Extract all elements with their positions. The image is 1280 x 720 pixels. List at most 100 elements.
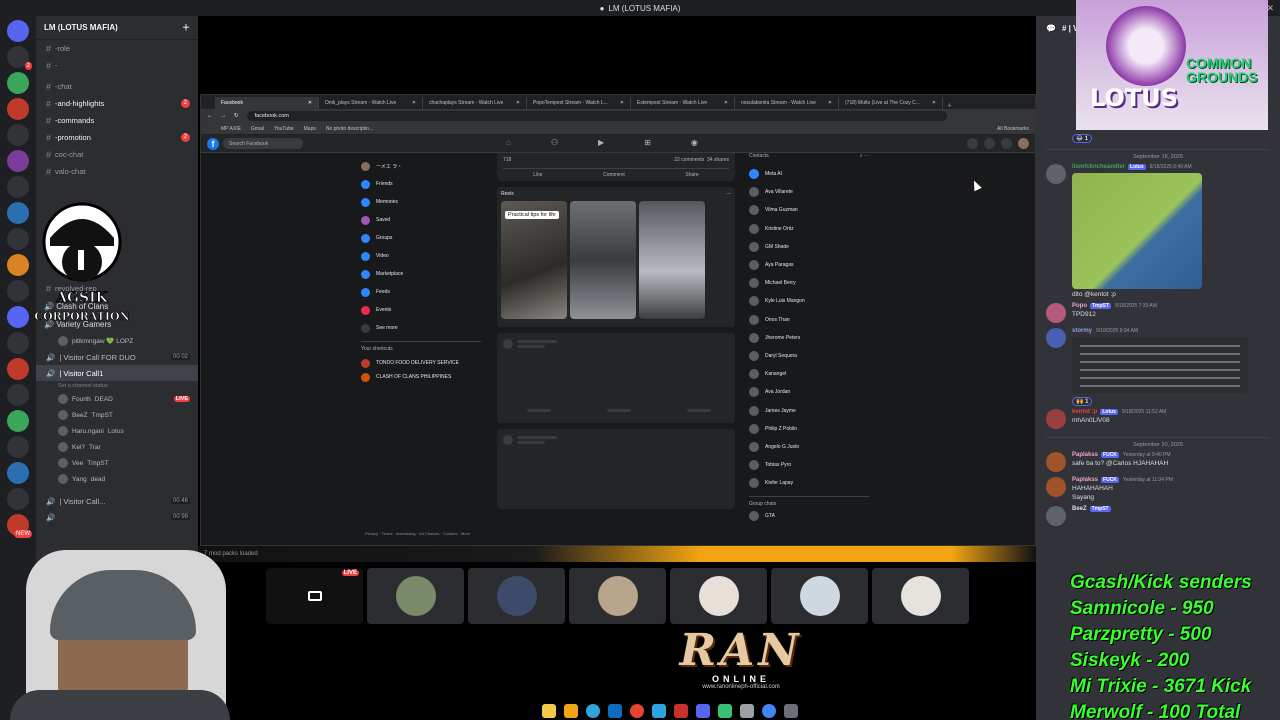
close-icon[interactable]: ✕ [308, 100, 312, 106]
voice-user[interactable]: pitikmngaw 💚 LOPZ [36, 333, 198, 349]
nav-friends[interactable]: Friends [361, 175, 481, 193]
server-icon[interactable]: NEW [7, 514, 32, 538]
contact-item[interactable]: Ava Villarete [749, 183, 869, 201]
folder-icon[interactable] [564, 704, 578, 718]
search-icon[interactable]: ⌕ ··· [860, 153, 869, 165]
profile-link[interactable]: ーメエ ラ・ [361, 157, 481, 175]
chrome-icon[interactable] [762, 704, 776, 718]
messenger-icon[interactable] [984, 138, 995, 149]
reaction[interactable]: 😂 1 [1072, 134, 1093, 143]
browser-tab[interactable]: chachaplays Stream - Watch Live ✕ [423, 97, 527, 109]
participant-tile[interactable] [670, 568, 767, 624]
bookmark[interactable]: YouTube [274, 126, 294, 132]
close-icon[interactable]: ✕ [412, 100, 416, 106]
contact-item[interactable]: Vilma Guzman [749, 201, 869, 219]
facebook-footer[interactable]: Privacy · Terms · Advertising · Ad Choic… [365, 531, 485, 536]
channel-item[interactable]: # -commands [36, 112, 198, 129]
server-icon[interactable] [7, 384, 29, 406]
contact-item[interactable]: Ava Jordan [749, 383, 869, 401]
gaming-icon[interactable]: ◉ [691, 138, 698, 147]
browser-tab[interactable]: Facebook ✕ [215, 97, 319, 109]
contact-item[interactable]: James Jayme [749, 401, 869, 419]
close-icon[interactable]: ✕ [828, 100, 832, 106]
nav-feeds[interactable]: Feeds [361, 283, 481, 301]
voice-channel[interactable]: 🔊 | Visitor Call... 00 46 [36, 493, 198, 509]
map-image-attachment[interactable] [1072, 173, 1202, 289]
notifications-icon[interactable] [1001, 138, 1012, 149]
chat-message[interactable]: Popo TmpST 9/18/2025 7:33 AM TPD912 [1036, 300, 1280, 325]
voice-channel[interactable]: 🔊 | Visitor Call FOR DUO 00 02 [36, 349, 198, 365]
file-explorer-icon[interactable] [542, 704, 556, 718]
home-icon[interactable]: ⌂ [506, 138, 511, 147]
contact-item[interactable]: Kiefer Lapay [749, 474, 869, 492]
voice-user[interactable]: Yang dead [36, 471, 198, 487]
new-tab-icon[interactable]: ＋ [943, 102, 956, 109]
server-icon[interactable] [7, 150, 29, 172]
chat-message[interactable]: BeeZ TmpST [1036, 503, 1280, 528]
contact-item[interactable]: Philip Z Pobilo [749, 420, 869, 438]
nav-memories[interactable]: Memories [361, 193, 481, 211]
table-image-attachment[interactable] [1072, 337, 1248, 393]
browser-tab[interactable]: Estempest Stream - Watch Live ✕ [631, 97, 735, 109]
chat-message[interactable]: Paplakss FUCK Yesterday at 9:40 PM safe ba… [1036, 449, 1280, 474]
menu-grid-icon[interactable] [967, 138, 978, 149]
chat-message[interactable]: itsmfckncheandler Lotus 9/18/2025 6:49 AM … [1036, 161, 1280, 300]
all-bookmarks[interactable]: All Bookmarks [997, 126, 1029, 132]
nav-saved[interactable]: Saved [361, 211, 481, 229]
voice-channel-active[interactable]: 🔊 | Visitor Call1 [36, 365, 198, 381]
channel-item[interactable]: # - [36, 57, 198, 74]
close-icon[interactable]: ✕ [932, 100, 936, 106]
reload-icon[interactable]: ↻ [234, 113, 239, 119]
browser-tab[interactable]: Onik_plays Stream - Watch Live ✕ [319, 97, 423, 109]
channel-item[interactable]: # -chat [36, 78, 198, 95]
channel-item[interactable]: # -role [36, 40, 198, 57]
channel-item[interactable]: # -and-highlights 2 [36, 95, 198, 112]
friends-icon[interactable]: ⚇ [551, 138, 558, 147]
discord-home-icon[interactable] [7, 20, 29, 42]
voice-user[interactable]: Vee TmpST [36, 455, 198, 471]
channel-item[interactable]: # coc-chat [36, 146, 198, 163]
server-icon[interactable] [7, 410, 29, 432]
reaction[interactable]: 🙌 1 [1072, 397, 1093, 406]
bookmark[interactable]: Gmail [251, 126, 264, 132]
browser-tab[interactable]: (718) Multo (Live at The Cozy C... ✕ [839, 97, 943, 109]
bookmark[interactable]: No photo descriptio... [326, 126, 373, 132]
participant-tile[interactable] [771, 568, 868, 624]
voice-user[interactable]: BeeZ TmpST [36, 407, 198, 423]
play-icon[interactable] [718, 704, 732, 718]
contact-item[interactable]: Michael Berry [749, 274, 869, 292]
reel-card[interactable] [570, 201, 636, 319]
shortcut-item[interactable]: CLASH OF CLANS PHILIPPINES [361, 370, 481, 384]
voice-channel[interactable]: 🔊 00 99 [36, 509, 198, 525]
contact-item[interactable]: Onos Than [749, 311, 869, 329]
profile-avatar[interactable] [1018, 138, 1029, 149]
contact-item[interactable]: GM Shade [749, 238, 869, 256]
contact-item[interactable]: Aya Paragas [749, 256, 869, 274]
close-icon[interactable]: ✕ [724, 100, 728, 106]
url-input[interactable]: facebook.com [246, 111, 947, 121]
participant-tile[interactable] [872, 568, 969, 624]
comment-button[interactable]: Comment [603, 172, 625, 178]
stream-tile[interactable]: LIVE [266, 568, 363, 624]
video-icon[interactable]: ▶ [598, 138, 604, 147]
close-icon[interactable]: ✕ [620, 100, 624, 106]
contact-item[interactable]: Jherome Peters [749, 329, 869, 347]
chat-message[interactable]: stormy 9/18/2025 9:34 AM [1036, 325, 1280, 395]
browser-tab[interactable]: PopoTempest Stream - Watch L... ✕ [527, 97, 631, 109]
like-button[interactable]: Like [533, 172, 542, 178]
chat-message[interactable]: Paplakss FUCK Yesterday at 11:34 PM HAHAHA… [1036, 474, 1280, 503]
telegram-icon[interactable] [652, 704, 666, 718]
server-icon[interactable]: 2 [7, 46, 32, 70]
server-icon[interactable] [7, 436, 29, 458]
more-icon[interactable]: ··· [726, 191, 731, 197]
voice-user[interactable]: Kei? Trar [36, 439, 198, 455]
server-header[interactable]: LM (LOTUS MAFIA) ＋ [36, 16, 198, 40]
server-icon[interactable] [7, 462, 29, 484]
server-icon[interactable] [7, 124, 29, 146]
app-icon[interactable] [674, 704, 688, 718]
bookmark[interactable]: Maps [304, 126, 316, 132]
nav-see-more[interactable]: See more [361, 319, 481, 337]
facebook-search-input[interactable]: Search Facebook [223, 138, 303, 149]
nav-events[interactable]: Events [361, 301, 481, 319]
chat-message[interactable]: kentot :p Lotus 9/18/2025 11:52 AM mhAn0LI… [1036, 406, 1280, 431]
